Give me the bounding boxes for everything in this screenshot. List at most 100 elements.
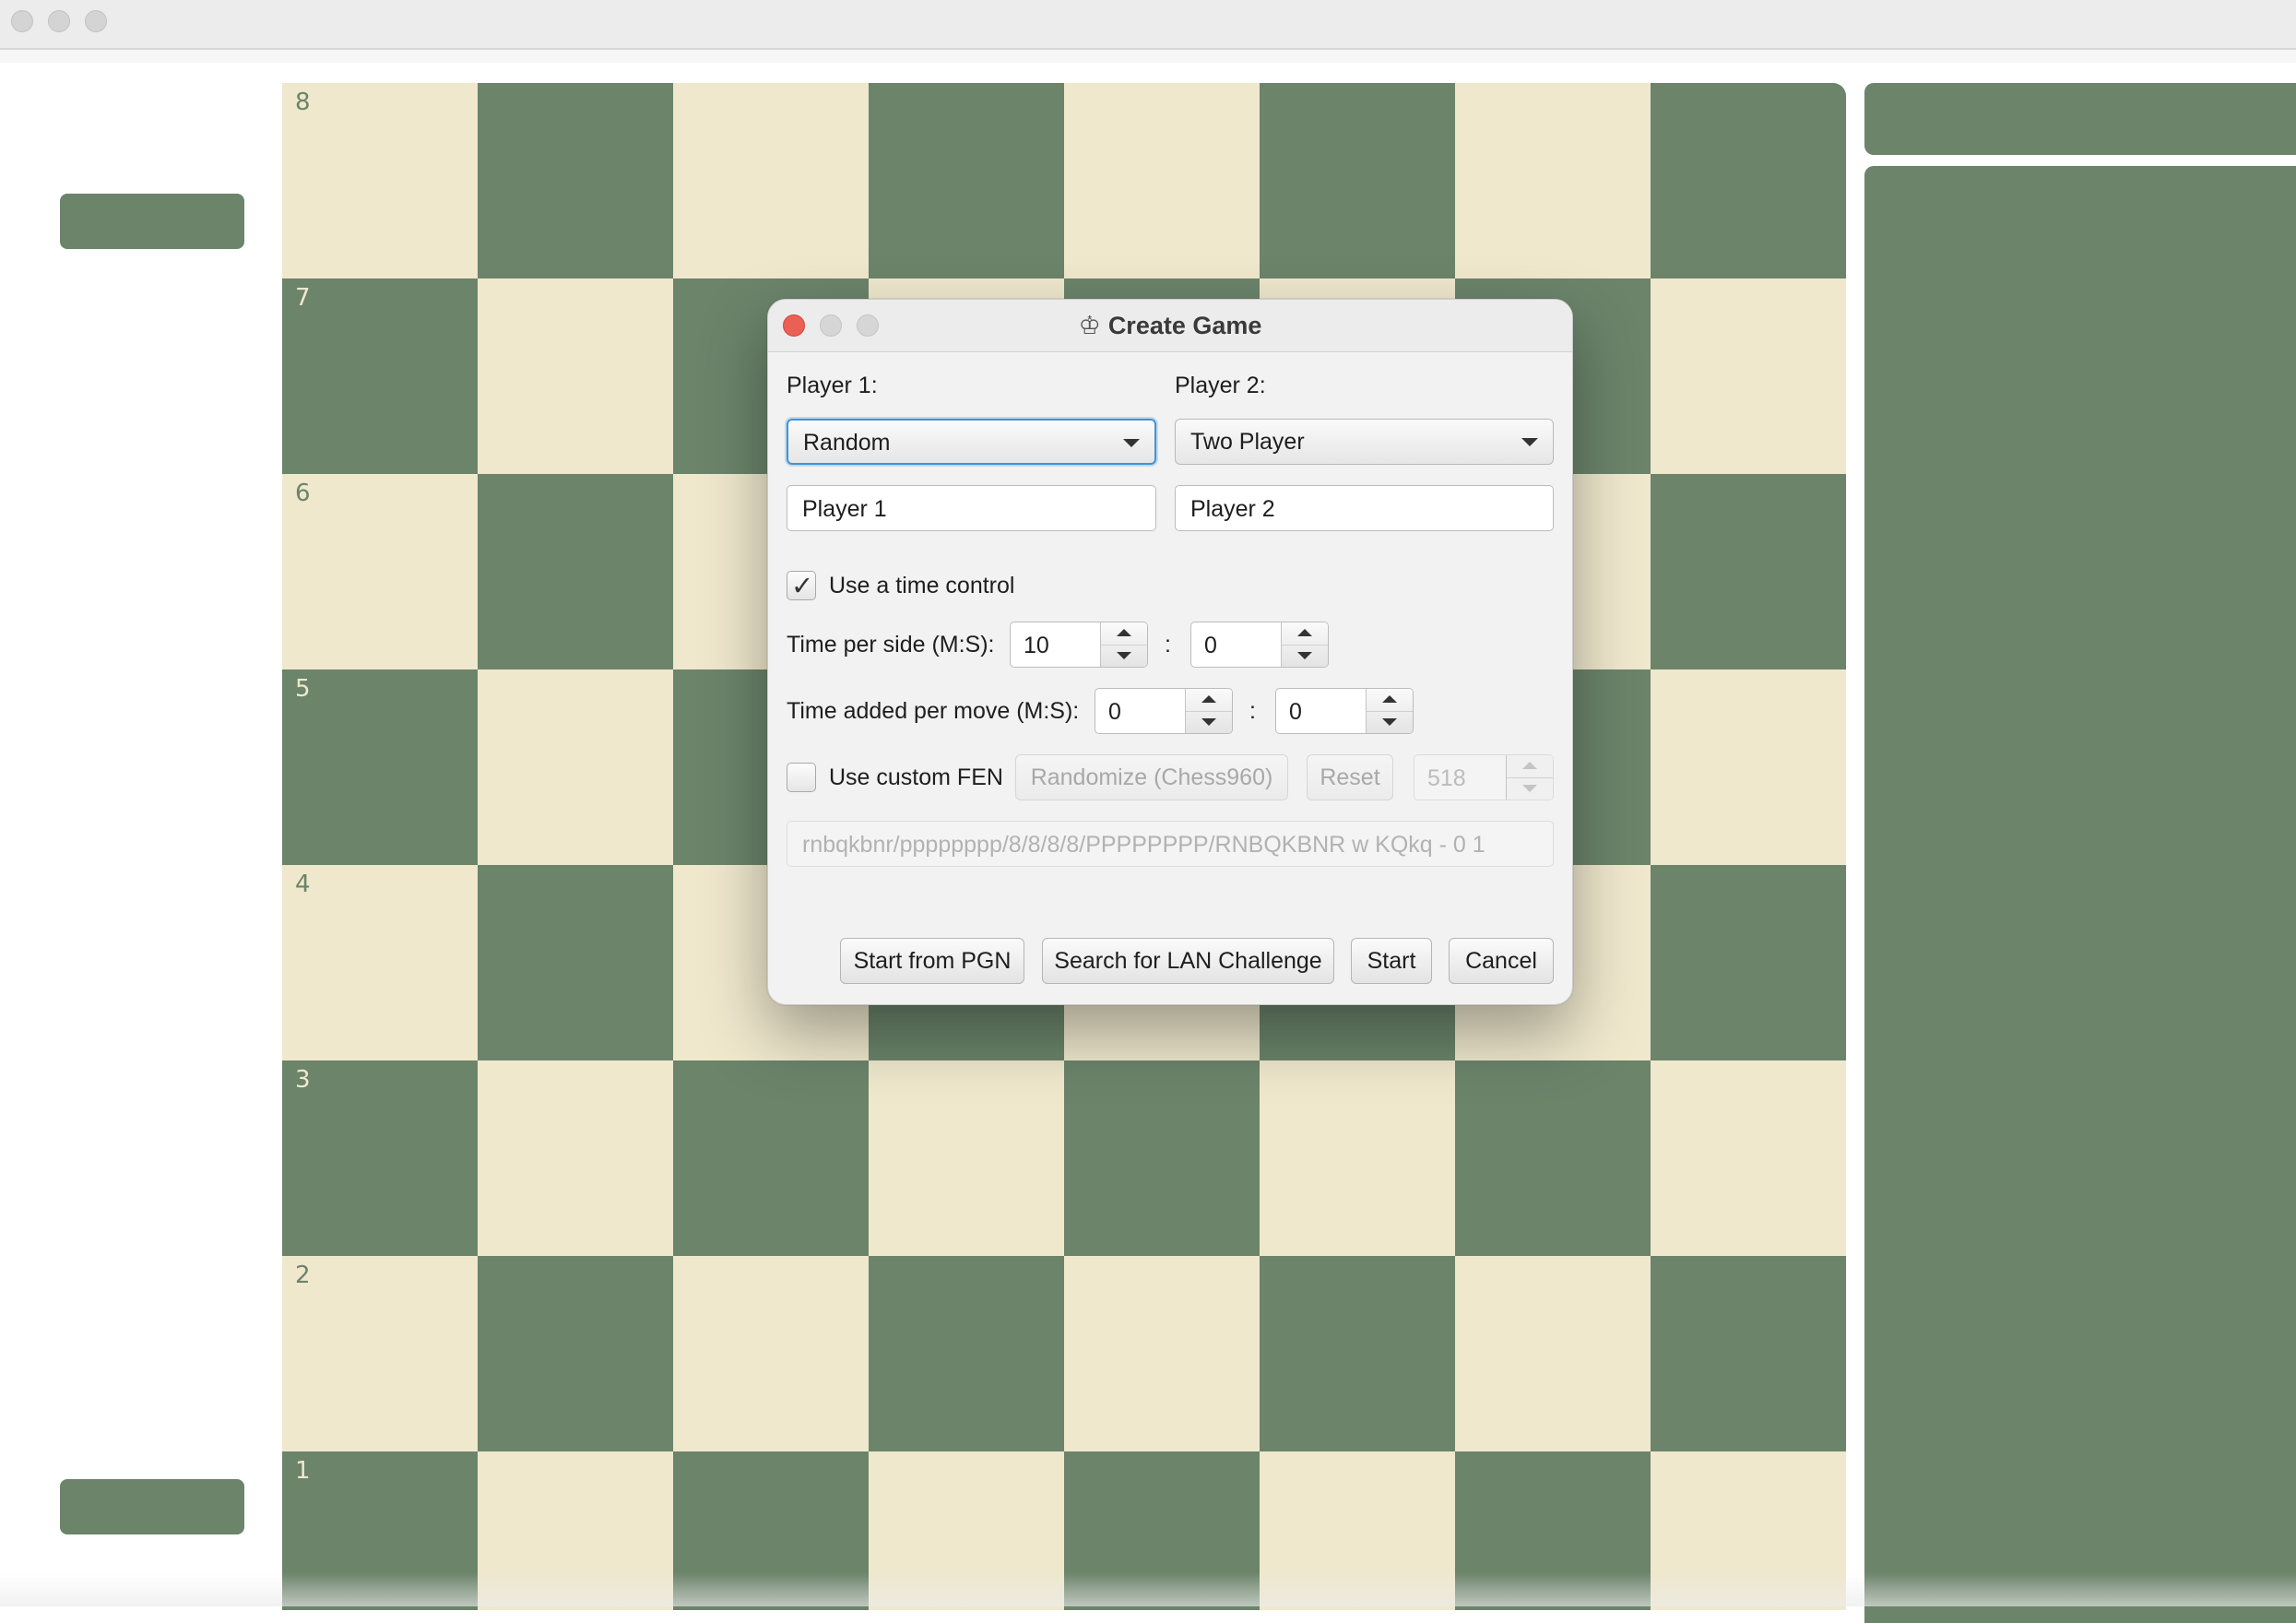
window-minimize-button[interactable]: [48, 10, 70, 32]
increment-arrow-icon[interactable]: [1282, 622, 1328, 646]
decrement-arrow-icon[interactable]: [1282, 645, 1328, 667]
fen-input[interactable]: rnbqkbnr/pppppppp/8/8/8/8/PPPPPPPP/RNBQK…: [787, 821, 1554, 867]
square-f2[interactable]: [1260, 1256, 1455, 1451]
increment-minutes-stepper[interactable]: [1185, 689, 1232, 733]
square-h2[interactable]: [1651, 1256, 1846, 1451]
bottom-player-panel: [60, 1479, 244, 1534]
square-a2[interactable]: [282, 1256, 478, 1451]
player1-type-select[interactable]: Random: [787, 419, 1156, 465]
square-h1[interactable]: [1651, 1451, 1846, 1610]
randomize-chess960-button[interactable]: Randomize (Chess960): [1015, 754, 1288, 800]
increment-label: Time added per move (M:S):: [787, 698, 1080, 724]
reset-fen-button[interactable]: Reset: [1307, 754, 1393, 800]
square-b2[interactable]: [478, 1256, 673, 1451]
square-e8[interactable]: [1064, 83, 1260, 278]
dialog-title: ♔ Create Game: [768, 312, 1572, 340]
square-c8[interactable]: [673, 83, 869, 278]
dialog-titlebar: ♔ Create Game: [768, 300, 1572, 352]
rank-label-5: 5: [295, 675, 311, 703]
window-close-button[interactable]: [11, 10, 33, 32]
time-minutes-stepper[interactable]: [1100, 622, 1147, 667]
square-f8[interactable]: [1260, 83, 1455, 278]
decrement-arrow-icon[interactable]: [1186, 711, 1232, 733]
chess960-position-spinner[interactable]: 518: [1414, 754, 1554, 800]
square-a8[interactable]: [282, 83, 478, 278]
player2-name-input[interactable]: Player 2: [1175, 485, 1554, 531]
time-minutes-spinner[interactable]: 10: [1010, 622, 1148, 668]
chess960-position-value: 518: [1427, 765, 1466, 791]
decrement-arrow-icon[interactable]: [1507, 777, 1553, 800]
square-g3[interactable]: [1455, 1060, 1651, 1256]
square-b6[interactable]: [478, 474, 673, 669]
time-control-checkbox[interactable]: ✓: [787, 570, 816, 601]
decrement-arrow-icon[interactable]: [1367, 711, 1413, 733]
increment-arrow-icon[interactable]: [1507, 755, 1553, 778]
square-h5[interactable]: [1651, 669, 1846, 865]
increment-seconds-value: 0: [1289, 699, 1302, 725]
square-g2[interactable]: [1455, 1256, 1651, 1451]
square-f1[interactable]: [1260, 1451, 1455, 1610]
player2-type-value: Two Player: [1190, 429, 1305, 455]
increment-seconds-stepper[interactable]: [1366, 689, 1413, 733]
square-e2[interactable]: [1064, 1256, 1260, 1451]
square-h7[interactable]: [1651, 278, 1846, 474]
chevron-down-icon: [1521, 438, 1538, 446]
increment-minutes-spinner[interactable]: 0: [1095, 688, 1233, 734]
square-g1[interactable]: [1455, 1451, 1651, 1610]
time-seconds-stepper[interactable]: [1281, 622, 1328, 667]
time-seconds-spinner[interactable]: 0: [1190, 622, 1329, 668]
search-lan-challenge-button[interactable]: Search for LAN Challenge: [1042, 938, 1334, 984]
rank-label-7: 7: [295, 284, 311, 312]
square-b5[interactable]: [478, 669, 673, 865]
decrement-arrow-icon[interactable]: [1101, 645, 1147, 667]
start-from-pgn-button[interactable]: Start from PGN: [840, 938, 1024, 984]
square-d8[interactable]: [869, 83, 1064, 278]
increment-seconds-spinner[interactable]: 0: [1275, 688, 1414, 734]
square-h8[interactable]: [1651, 83, 1846, 278]
player1-name-input[interactable]: Player 1: [787, 485, 1156, 531]
square-b7[interactable]: [478, 278, 673, 474]
player2-name-value: Player 2: [1190, 496, 1275, 522]
square-f3[interactable]: [1260, 1060, 1455, 1256]
square-b3[interactable]: [478, 1060, 673, 1256]
square-b8[interactable]: [478, 83, 673, 278]
square-d2[interactable]: [869, 1256, 1064, 1451]
window-zoom-button[interactable]: [85, 10, 107, 32]
custom-fen-label: Use custom FEN: [829, 764, 1003, 790]
square-b1[interactable]: [478, 1451, 673, 1610]
chess960-position-stepper[interactable]: [1506, 755, 1553, 800]
increment-arrow-icon[interactable]: [1186, 689, 1232, 712]
rank-label-1: 1: [295, 1457, 311, 1485]
square-d3[interactable]: [869, 1060, 1064, 1256]
player2-label: Player 2:: [1175, 373, 1266, 398]
square-e3[interactable]: [1064, 1060, 1260, 1256]
square-h3[interactable]: [1651, 1060, 1846, 1256]
square-e1[interactable]: [1064, 1451, 1260, 1610]
top-player-panel: [60, 194, 244, 249]
increment-separator: :: [1249, 698, 1256, 724]
player2-type-select[interactable]: Two Player: [1175, 419, 1554, 465]
square-g8[interactable]: [1455, 83, 1651, 278]
square-c1[interactable]: [673, 1451, 869, 1610]
time-control-label: Use a time control: [829, 573, 1015, 598]
increment-arrow-icon[interactable]: [1101, 622, 1147, 646]
square-a4[interactable]: [282, 865, 478, 1060]
start-button[interactable]: Start: [1351, 938, 1432, 984]
square-a3[interactable]: [282, 1060, 478, 1256]
rank-label-4: 4: [295, 871, 311, 898]
square-h4[interactable]: [1651, 865, 1846, 1060]
square-d1[interactable]: [869, 1451, 1064, 1610]
rank-label-3: 3: [295, 1066, 311, 1094]
square-c3[interactable]: [673, 1060, 869, 1256]
cancel-button[interactable]: Cancel: [1449, 938, 1554, 984]
custom-fen-checkbox[interactable]: [787, 763, 816, 792]
square-a1[interactable]: [282, 1451, 478, 1610]
square-a6[interactable]: [282, 474, 478, 669]
square-h6[interactable]: [1651, 474, 1846, 669]
rank-label-6: 6: [295, 480, 311, 507]
square-a7[interactable]: [282, 278, 478, 474]
square-c2[interactable]: [673, 1256, 869, 1451]
square-b4[interactable]: [478, 865, 673, 1060]
increment-arrow-icon[interactable]: [1367, 689, 1413, 712]
square-a5[interactable]: [282, 669, 478, 865]
